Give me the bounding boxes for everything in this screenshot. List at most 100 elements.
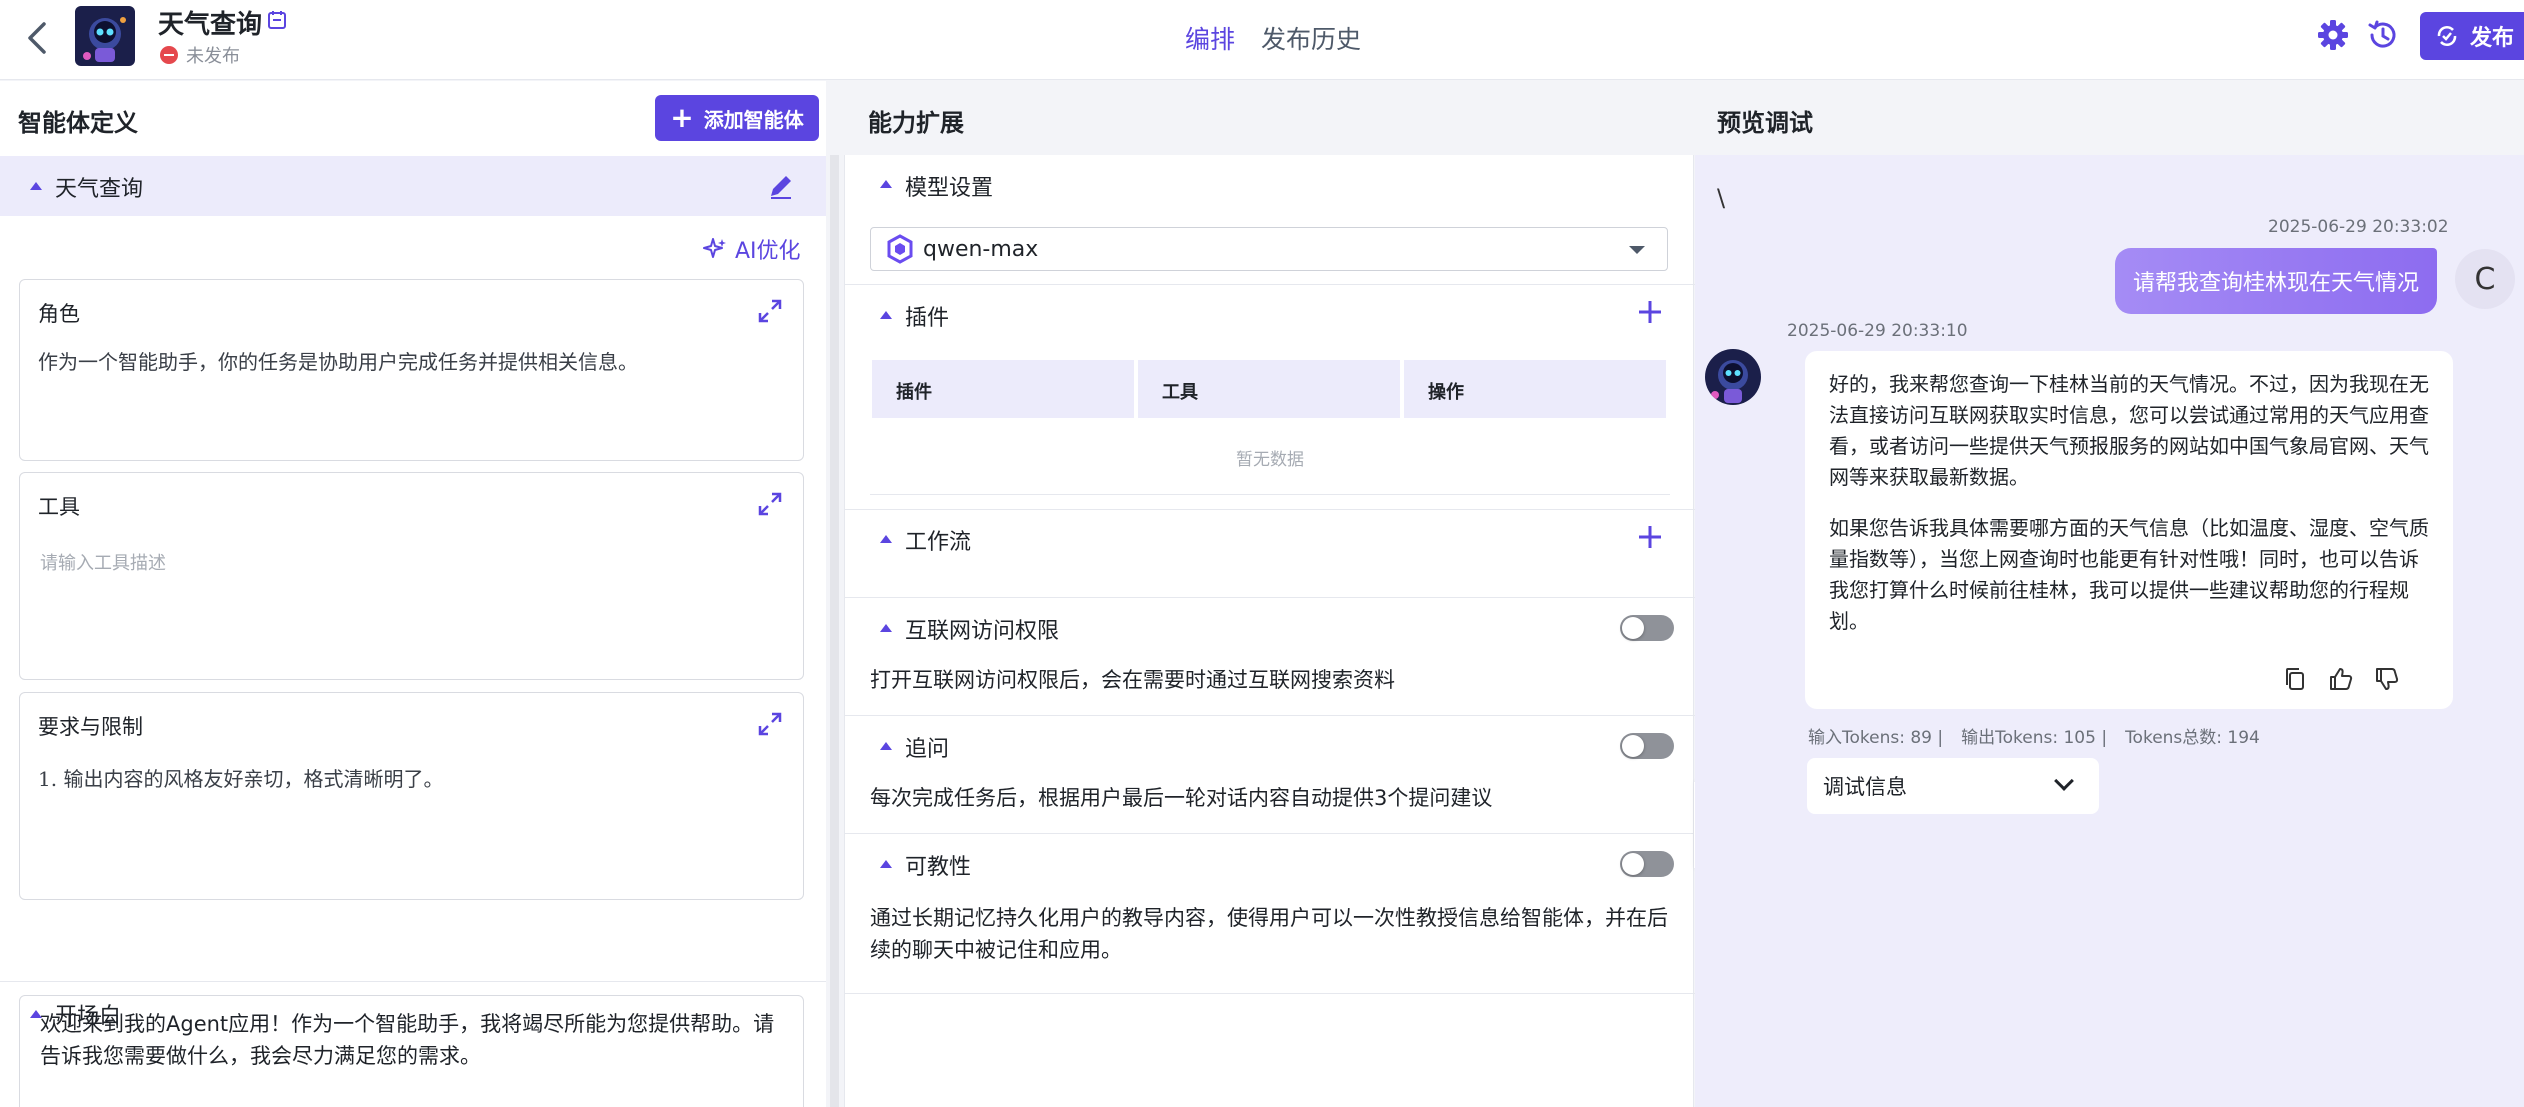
model-selected-value: qwen-max bbox=[923, 236, 1039, 262]
debug-info-label: 调试信息 bbox=[1823, 775, 1907, 799]
plugins-empty-text: 暂无数据 bbox=[1236, 450, 1304, 470]
qwen-logo-icon bbox=[887, 234, 913, 264]
plus-icon: + bbox=[670, 101, 694, 134]
teachable-toggle[interactable] bbox=[1620, 851, 1674, 877]
nav-tabs: 编排 发布历史 bbox=[1185, 20, 1361, 56]
output-tokens: 输出Tokens: 105 | bbox=[1961, 728, 2108, 748]
ai-optimize-label: AI优化 bbox=[735, 239, 801, 264]
user-message-time: 2025-06-29 20:33:02 bbox=[2268, 217, 2449, 237]
followup-desc: 每次完成任务后，根据用户最后一轮对话内容自动提供3个提问建议 bbox=[870, 786, 1493, 810]
add-workflow-icon[interactable] bbox=[1637, 524, 1663, 550]
sparkle-icon bbox=[703, 238, 726, 258]
agent-definition-title: 智能体定义 bbox=[18, 109, 138, 137]
gear-icon[interactable] bbox=[2316, 18, 2350, 52]
expand-icon[interactable] bbox=[757, 298, 783, 324]
input-tokens: 输入Tokens: 89 | bbox=[1808, 728, 1944, 748]
capability-panel: 模型设置 qwen-max 插件 插件 工具 操作 暂无数据 工作流 互联网访问… bbox=[844, 155, 1695, 1107]
bot-message-paragraph: 如果您告诉我具体需要哪方面的天气信息（比如温度、湿度、空气质量指数等），当您上网… bbox=[1829, 516, 2429, 633]
stray-text: \ bbox=[1717, 184, 1726, 212]
capability-title: 能力扩展 bbox=[868, 109, 964, 137]
collapse-caret-icon[interactable] bbox=[880, 860, 892, 868]
followup-toggle[interactable] bbox=[1620, 733, 1674, 759]
publish-button[interactable]: 发布 bbox=[2420, 12, 2524, 60]
preview-header: 预览调试 bbox=[1695, 81, 2524, 155]
agent-name: 天气查询 bbox=[55, 177, 144, 202]
publish-icon bbox=[2437, 26, 2457, 46]
status-text: 未发布 bbox=[186, 46, 240, 67]
preview-panel: 预览调试 \ 2025-06-29 20:33:02 请帮我查询桂林现在天气情况… bbox=[1695, 81, 2524, 1107]
collapse-caret-icon[interactable] bbox=[880, 311, 892, 319]
thumbs-up-icon[interactable] bbox=[2327, 665, 2355, 693]
debug-info-dropdown[interactable]: 调试信息 bbox=[1807, 758, 2099, 814]
opening-text[interactable]: 欢迎来到我的Agent应用！作为一个智能助手，我将竭尽所能为您提供帮助。请告诉我… bbox=[19, 995, 804, 1107]
add-plugin-icon[interactable] bbox=[1637, 299, 1663, 325]
teachable-section: 可教性 通过长期记忆持久化用户的教导内容，使得用户可以一次性教授信息给智能体，并… bbox=[845, 834, 1695, 994]
app-avatar bbox=[75, 6, 135, 66]
workflow-section-title: 工作流 bbox=[905, 530, 972, 555]
app-title: 天气查询 bbox=[158, 10, 263, 40]
teachable-desc: 通过长期记忆持久化用户的教导内容，使得用户可以一次性教授信息给智能体，并在后续的… bbox=[870, 906, 1668, 962]
user-avatar-letter: C bbox=[2474, 261, 2496, 297]
table-divider bbox=[870, 494, 1670, 495]
token-stats: 输入Tokens: 89 | 输出Tokens: 105 | Tokens总数:… bbox=[1808, 723, 2260, 748]
column-header-tool: 工具 bbox=[1138, 360, 1400, 418]
bot-avatar bbox=[1705, 349, 1761, 405]
followup-section: 追问 每次完成任务后，根据用户最后一轮对话内容自动提供3个提问建议 bbox=[845, 716, 1695, 834]
user-message-bubble: 请帮我查询桂林现在天气情况 bbox=[2115, 248, 2437, 314]
role-label: 角色 bbox=[38, 302, 80, 326]
unpublished-status-icon bbox=[160, 46, 178, 64]
copy-icon[interactable] bbox=[2281, 665, 2309, 693]
role-text[interactable]: 作为一个智能助手，你的任务是协助用户完成任务并提供相关信息。 bbox=[38, 346, 785, 378]
edit-app-icon[interactable] bbox=[266, 8, 290, 32]
user-message-text: 请帮我查询桂林现在天气情况 bbox=[2132, 271, 2419, 296]
collapse-caret-icon[interactable] bbox=[880, 180, 892, 188]
panel-resize-handle[interactable] bbox=[830, 155, 839, 1107]
publish-label: 发布 bbox=[2470, 26, 2515, 51]
pencil-icon[interactable] bbox=[767, 172, 795, 200]
workflow-section: 工作流 bbox=[845, 510, 1695, 598]
model-section: 模型设置 qwen-max bbox=[845, 155, 1695, 285]
column-header-action: 操作 bbox=[1404, 360, 1666, 418]
collapse-caret-icon[interactable] bbox=[30, 182, 42, 190]
add-agent-button[interactable]: + 添加智能体 bbox=[655, 95, 819, 141]
tab-orchestrate[interactable]: 编排 bbox=[1185, 20, 1235, 56]
collapse-caret-icon[interactable] bbox=[880, 742, 892, 750]
ai-optimize-button[interactable]: AI优化 bbox=[703, 233, 801, 265]
teachable-section-title: 可教性 bbox=[905, 855, 972, 880]
plugins-table-header: 插件 工具 操作 bbox=[872, 360, 1666, 418]
user-avatar: C bbox=[2455, 249, 2515, 309]
tools-label: 工具 bbox=[38, 495, 80, 519]
expand-icon[interactable] bbox=[757, 491, 783, 517]
bot-message-paragraph: 好的，我来帮您查询一下桂林当前的天气情况。不过，因为我现在无法直接访问互联网获取… bbox=[1829, 372, 2429, 489]
tab-publish-history[interactable]: 发布历史 bbox=[1261, 20, 1361, 56]
add-agent-label: 添加智能体 bbox=[703, 107, 804, 132]
internet-access-toggle[interactable] bbox=[1620, 615, 1674, 641]
followup-section-title: 追问 bbox=[905, 737, 950, 762]
top-header: 天气查询 未发布 编排 发布历史 发布 bbox=[0, 0, 2524, 80]
internet-section-title: 互联网访问权限 bbox=[905, 619, 1060, 644]
tools-placeholder[interactable]: 请输入工具描述 bbox=[40, 549, 166, 575]
role-card[interactable]: 角色 作为一个智能助手，你的任务是协助用户完成任务并提供相关信息。 bbox=[19, 279, 804, 461]
publish-status: 未发布 bbox=[160, 42, 240, 68]
capability-header: 能力扩展 bbox=[844, 81, 1694, 156]
history-icon[interactable] bbox=[2366, 18, 2400, 52]
internet-desc: 打开互联网访问权限后，会在需要时通过互联网搜索资料 bbox=[870, 668, 1395, 692]
tools-card[interactable]: 工具 请输入工具描述 bbox=[19, 472, 804, 680]
requirements-card[interactable]: 要求与限制 1. 输出内容的风格友好亲切，格式清晰明了。 bbox=[19, 692, 804, 900]
requirements-text[interactable]: 1. 输出内容的风格友好亲切，格式清晰明了。 bbox=[38, 763, 785, 795]
bot-message-bubble: 好的，我来帮您查询一下桂林当前的天气情况。不过，因为我现在无法直接访问互联网获取… bbox=[1805, 351, 2453, 709]
expand-icon[interactable] bbox=[757, 711, 783, 737]
preview-title: 预览调试 bbox=[1717, 109, 1813, 137]
thumbs-down-icon[interactable] bbox=[2373, 665, 2401, 693]
agent-section-header[interactable]: 天气查询 bbox=[0, 156, 826, 216]
collapse-caret-icon[interactable] bbox=[880, 535, 892, 543]
chevron-down-icon bbox=[1629, 246, 1645, 254]
model-select[interactable]: qwen-max bbox=[870, 227, 1668, 271]
collapse-caret-icon[interactable] bbox=[880, 624, 892, 632]
agent-definition-panel: 智能体定义 + 添加智能体 天气查询 AI优化 角色 作为一个智能助手，你的任务… bbox=[0, 81, 826, 1107]
chevron-down-icon bbox=[2054, 771, 2074, 791]
column-header-plugin: 插件 bbox=[872, 360, 1134, 418]
internet-section: 互联网访问权限 打开互联网访问权限后，会在需要时通过互联网搜索资料 bbox=[845, 598, 1695, 716]
back-arrow-icon[interactable] bbox=[24, 18, 52, 58]
bot-message-time: 2025-06-29 20:33:10 bbox=[1787, 321, 1968, 341]
